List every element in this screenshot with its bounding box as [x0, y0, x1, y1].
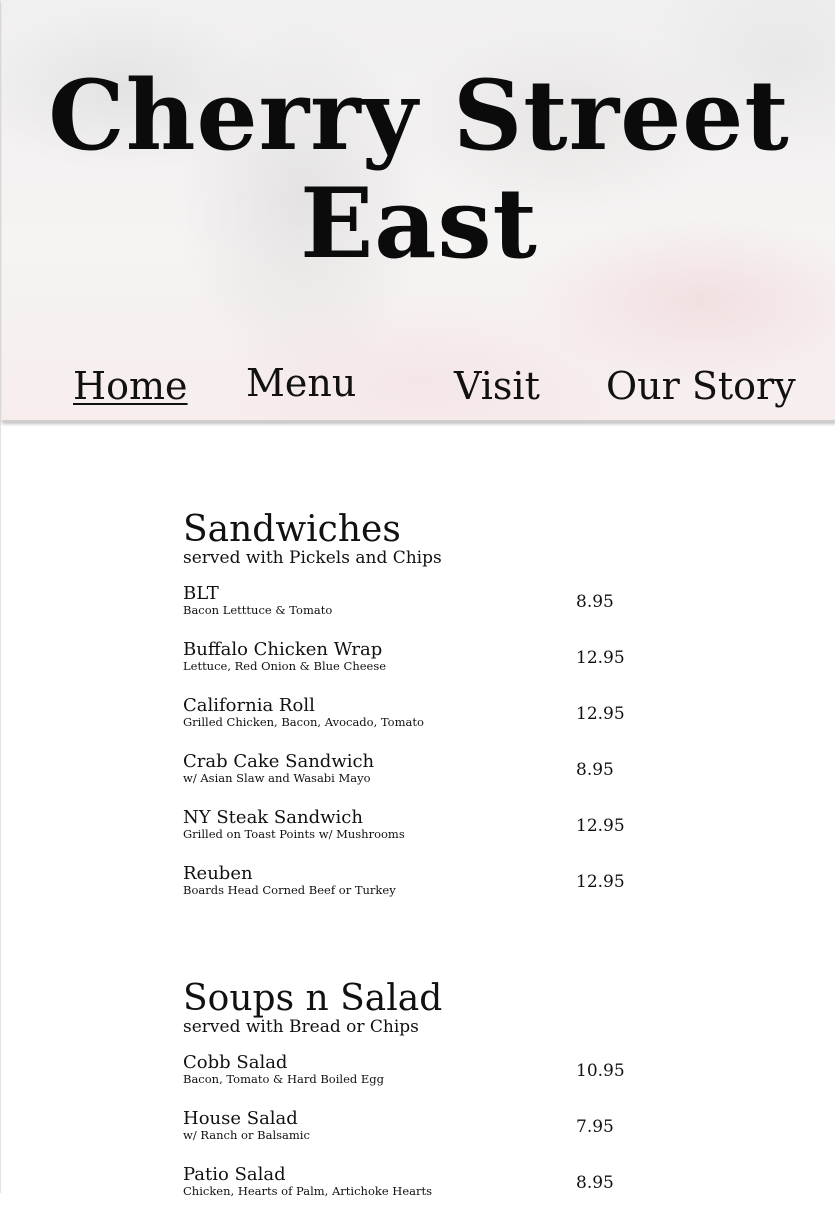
nav-visit-link[interactable]: Visit	[454, 366, 540, 406]
item-description: Lettuce, Red Onion & Blue Cheese	[183, 659, 387, 673]
item-name: Patio Salad	[183, 1164, 286, 1185]
menu-item: BLT Bacon Letttuce & Tomato 8.95	[183, 584, 643, 624]
item-description: w/ Ranch or Balsamic	[183, 1128, 310, 1142]
menu-item: Patio Salad Chicken, Hearts of Palm, Art…	[183, 1165, 643, 1205]
section-title: Sandwiches	[183, 509, 401, 550]
item-price: 12.95	[576, 704, 625, 724]
item-description: Grilled Chicken, Bacon, Avocado, Tomato	[183, 715, 424, 729]
item-name: NY Steak Sandwich	[183, 807, 363, 828]
item-price: 12.95	[576, 872, 625, 892]
item-name: Reuben	[183, 863, 253, 884]
item-description: w/ Asian Slaw and Wasabi Mayo	[183, 771, 371, 785]
item-name: California Roll	[183, 695, 315, 716]
nav-menu-link[interactable]: Menu	[246, 363, 356, 403]
menu-item: NY Steak Sandwich Grilled on Toast Point…	[183, 808, 643, 848]
item-price: 8.95	[576, 592, 614, 612]
section-title: Soups n Salad	[183, 978, 443, 1019]
section-subtitle: served with Bread or Chips	[183, 1017, 419, 1037]
item-price: 8.95	[576, 1173, 614, 1193]
menu-item: Crab Cake Sandwich w/ Asian Slaw and Was…	[183, 752, 643, 792]
nav-home-link[interactable]: Home	[73, 366, 188, 406]
item-price: 10.95	[576, 1061, 625, 1081]
item-price: 12.95	[576, 648, 625, 668]
item-price: 12.95	[576, 816, 625, 836]
site-title: Cherry Street East	[48, 59, 790, 280]
item-description: Boards Head Corned Beef or Turkey	[183, 883, 396, 897]
menu-item: House Salad w/ Ranch or Balsamic 7.95	[183, 1109, 643, 1149]
item-name: Cobb Salad	[183, 1052, 288, 1073]
item-name: Buffalo Chicken Wrap	[183, 639, 383, 660]
item-description: Chicken, Hearts of Palm, Artichoke Heart…	[183, 1184, 433, 1198]
item-price: 7.95	[576, 1117, 614, 1137]
item-name: Crab Cake Sandwich	[183, 751, 375, 772]
item-price: 8.95	[576, 760, 614, 780]
section-subtitle: served with Pickels and Chips	[183, 548, 442, 568]
item-description: Bacon Letttuce & Tomato	[183, 603, 333, 617]
item-name: House Salad	[183, 1108, 298, 1129]
hero-header: Cherry Street East Home Menu Visit Our S…	[2, 0, 835, 422]
menu-item: Cobb Salad Bacon, Tomato & Hard Boiled E…	[183, 1053, 643, 1093]
item-description: Grilled on Toast Points w/ Mushrooms	[183, 827, 405, 841]
menu-item: Buffalo Chicken Wrap Lettuce, Red Onion …	[183, 640, 643, 680]
menu-item: California Roll Grilled Chicken, Bacon, …	[183, 696, 643, 736]
menu-item: Reuben Boards Head Corned Beef or Turkey…	[183, 864, 643, 904]
item-description: Bacon, Tomato & Hard Boiled Egg	[183, 1072, 385, 1086]
page: Cherry Street East Home Menu Visit Our S…	[0, 0, 835, 1198]
nav-our-story-link[interactable]: Our Story	[606, 366, 796, 406]
item-name: BLT	[183, 583, 219, 604]
